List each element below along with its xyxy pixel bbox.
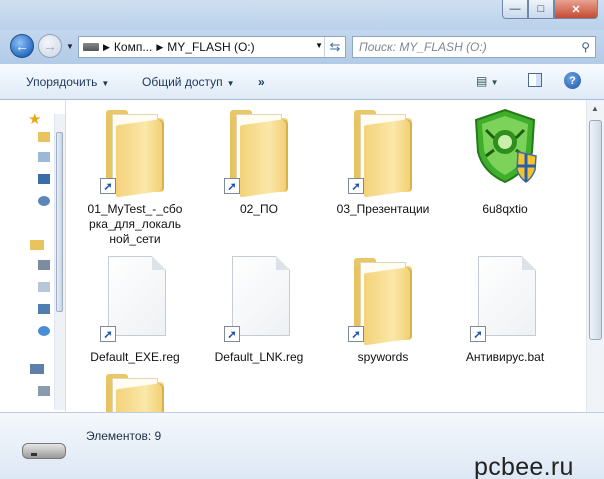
maximize-button[interactable]: □ (528, 0, 554, 19)
favorites-star-icon[interactable]: ★ (28, 110, 41, 128)
shortcut-arrow-icon: ➚ (348, 178, 364, 194)
organize-label: Упорядочить (26, 75, 98, 89)
nav-scroll-thumb[interactable] (56, 132, 63, 312)
computer-icon[interactable] (30, 364, 44, 374)
shortcut-arrow-icon: ➚ (224, 178, 240, 194)
search-input[interactable]: Поиск: MY_FLASH (O:) ⚲ (352, 36, 596, 58)
file-item[interactable]: ➚ 02_ПО (200, 104, 318, 217)
pictures-icon[interactable] (38, 304, 50, 314)
file-item[interactable]: ➚ 01_MyTest_-_сбо рка_для_локаль ной_сети (76, 104, 194, 247)
folder-icon[interactable] (38, 132, 50, 142)
site-watermark: pcbee.ru (474, 453, 574, 479)
desktop-icon[interactable] (38, 174, 50, 184)
file-name: 03_Презентации (336, 202, 430, 216)
search-icon[interactable]: ⚲ (581, 40, 590, 54)
folder-icon: ➚ (348, 252, 418, 348)
drweb-logo (474, 108, 537, 184)
file-item[interactable]: ➚ Default_EXE.reg (76, 252, 194, 365)
share-label: Общий доступ (142, 75, 223, 89)
file-name: Антивирус.bat (465, 350, 545, 364)
file-name: 02_ПО (240, 202, 278, 216)
file-name: 6u8qxtio (482, 202, 528, 216)
minimize-button[interactable]: — (502, 0, 528, 19)
breadcrumb-drive[interactable]: MY_FLASH (O:) (167, 40, 254, 54)
file-name: 01_MyTest_-_сбо рка_для_локаль ной_сети (87, 202, 183, 246)
drive-icon (83, 43, 99, 51)
help-button[interactable]: ? (564, 72, 581, 89)
file-name: Default_EXE.reg (90, 350, 180, 364)
shortcut-arrow-icon: ➚ (224, 326, 240, 342)
forward-button[interactable]: → (38, 34, 62, 58)
more-commands-button[interactable]: » (258, 75, 265, 89)
address-row: ← → ▼ ▶ Комп... ▶ MY_FLASH (O:) ▼ ⇆ Поис… (0, 30, 604, 64)
navigation-pane: ★ (0, 100, 66, 412)
breadcrumb-computer[interactable]: Комп... (114, 40, 152, 54)
search-placeholder: Поиск: MY_FLASH (O:) (359, 40, 487, 54)
shortcut-arrow-icon: ➚ (470, 326, 486, 342)
folder-icon: ➚ (224, 104, 294, 200)
file-item[interactable]: ➚ Антивирус.bat (446, 252, 564, 365)
address-dropdown-icon[interactable]: ▼ (315, 41, 323, 50)
change-view-button[interactable]: ▤ ▼ (476, 74, 499, 88)
title-bar[interactable]: — □ ✕ (0, 0, 604, 30)
document-icon: ➚ (100, 252, 170, 348)
nav-scrollbar[interactable] (54, 114, 65, 410)
scroll-thumb[interactable] (589, 120, 602, 340)
document-icon: ➚ (470, 252, 540, 348)
file-name: spywords (357, 350, 409, 364)
item-count: Элементов: 9 (86, 429, 162, 443)
file-item[interactable]: ➚ Default_LNK.reg (200, 252, 318, 365)
chevron-down-icon: ▼ (101, 79, 110, 88)
share-menu[interactable]: Общий доступ ▼ (142, 75, 235, 89)
document-icon: ➚ (224, 252, 294, 348)
file-item[interactable]: ➚ spywords (324, 252, 442, 365)
close-button[interactable]: ✕ (554, 0, 598, 19)
preview-pane-button[interactable] (528, 73, 542, 87)
explorer-window: — □ ✕ ← → ▼ ▶ Комп... ▶ MY_FLASH (O:) ▼ … (0, 0, 604, 479)
chevron-down-icon: ▼ (226, 79, 235, 88)
window-controls: — □ ✕ (502, 0, 598, 19)
videos-icon[interactable] (38, 260, 50, 270)
folder-icon: ➚ (100, 104, 170, 200)
folder-icon[interactable] (38, 152, 50, 162)
shortcut-arrow-icon: ➚ (100, 178, 116, 194)
scroll-up-icon[interactable]: ▲ (591, 104, 599, 113)
libraries-icon[interactable] (30, 240, 44, 250)
chevron-right-icon[interactable]: ▶ (156, 42, 163, 53)
recent-places-icon[interactable] (38, 196, 50, 206)
refresh-button[interactable]: ⇆ (324, 37, 345, 57)
details-pane: Элементов: 9 pcbee.ru (0, 412, 604, 479)
drweb-shield-icon (470, 104, 540, 200)
back-button[interactable]: ← (10, 34, 34, 58)
shortcut-arrow-icon: ➚ (100, 326, 116, 342)
file-item[interactable]: 6u8qxtio (446, 104, 564, 217)
music-icon[interactable] (38, 326, 50, 336)
file-name: Default_LNK.reg (214, 350, 304, 364)
file-item[interactable]: ➚ 03_Презентации (324, 104, 442, 217)
file-list: ➚ 01_MyTest_-_сбо рка_для_локаль ной_сети … (66, 100, 586, 462)
chevron-right-icon[interactable]: ▶ (103, 42, 110, 53)
documents-icon[interactable] (38, 282, 50, 292)
vertical-scrollbar[interactable]: ▲ (586, 100, 604, 412)
address-bar[interactable]: ▶ Комп... ▶ MY_FLASH (O:) ▼ ⇆ (78, 36, 346, 58)
recent-pages-icon[interactable]: ▼ (66, 42, 74, 51)
drive-icon[interactable] (38, 386, 50, 396)
organize-menu[interactable]: Упорядочить ▼ (26, 75, 109, 89)
usb-drive-icon (22, 443, 66, 459)
shortcut-arrow-icon: ➚ (348, 326, 364, 342)
command-bar: Упорядочить ▼ Общий доступ ▼ » ▤ ▼ ? (0, 64, 604, 100)
folder-icon: ➚ (348, 104, 418, 200)
